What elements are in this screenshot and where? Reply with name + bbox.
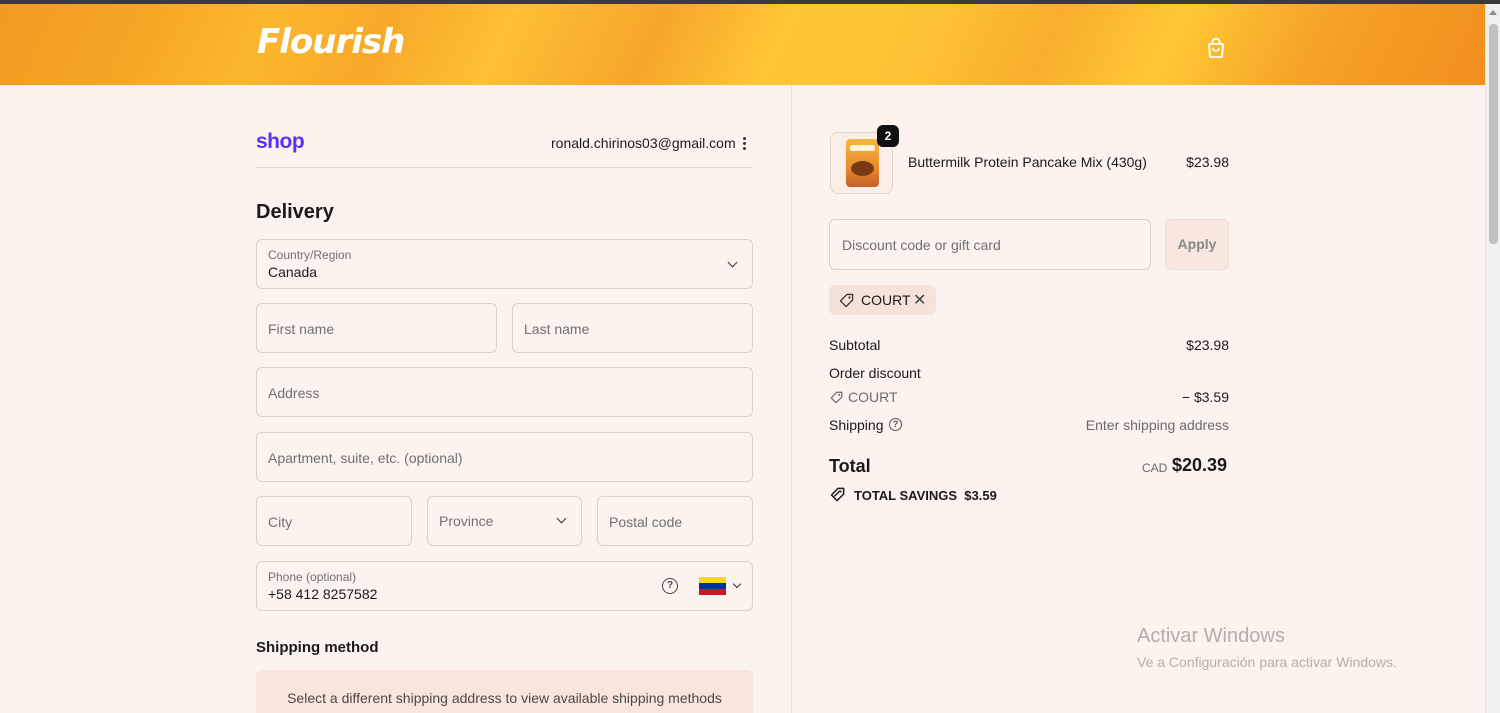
chevron-down-icon xyxy=(556,513,567,524)
store-header: Flourish xyxy=(0,4,1485,85)
chevron-down-icon xyxy=(727,257,738,268)
shipping-method-notice: Select a different shipping address to v… xyxy=(256,670,753,713)
country-label: Country/Region xyxy=(268,248,352,262)
country-value: Canada xyxy=(268,264,318,280)
last-name-field[interactable]: Last name xyxy=(512,303,753,353)
delivery-title: Delivery xyxy=(256,201,334,223)
quantity-badge: 2 xyxy=(877,125,899,147)
close-icon[interactable]: ✕ xyxy=(913,290,926,310)
city-field[interactable]: City xyxy=(256,496,412,546)
last-name-placeholder: Last name xyxy=(524,321,590,337)
product-price: $23.98 xyxy=(1186,154,1229,170)
windows-activation-title: Activar Windows xyxy=(1137,625,1285,647)
apply-discount-button[interactable]: Apply xyxy=(1165,219,1229,270)
applied-discount-chip: COURT ✕ xyxy=(829,285,936,315)
first-name-placeholder: First name xyxy=(268,321,335,337)
first-name-field[interactable]: First name xyxy=(256,303,497,353)
page-scrollbar[interactable] xyxy=(1485,4,1500,713)
account-divider xyxy=(256,167,753,168)
shipping-method-message: Select a different shipping address to v… xyxy=(287,690,722,706)
shipping-method-title: Shipping method xyxy=(256,639,379,656)
total-label: Total xyxy=(829,456,871,476)
help-circle-icon[interactable]: ? xyxy=(662,578,678,594)
country-select[interactable]: Country/Region Canada xyxy=(256,239,753,289)
scrollbar-thumb[interactable] xyxy=(1489,24,1498,244)
shop-pay-logo: shop xyxy=(256,130,305,153)
city-placeholder: City xyxy=(268,514,293,530)
total-currency: CAD xyxy=(1142,461,1168,475)
phone-value: +58 412 8257582 xyxy=(268,586,378,602)
province-placeholder: Province xyxy=(439,513,494,529)
column-divider xyxy=(791,85,792,713)
apartment-field[interactable]: Apartment, suite, etc. (optional) xyxy=(256,432,753,482)
subtotal-label: Subtotal xyxy=(829,337,881,353)
discount-code-input[interactable]: Discount code or gift card xyxy=(829,219,1151,270)
province-select[interactable]: Province xyxy=(427,496,582,546)
savings-tag-icon xyxy=(830,487,845,502)
discount-placeholder: Discount code or gift card xyxy=(842,237,1001,253)
brand-logo[interactable]: Flourish xyxy=(257,22,405,62)
shipping-value: Enter shipping address xyxy=(1085,417,1229,433)
shipping-label: Shipping xyxy=(829,417,884,433)
tag-icon xyxy=(830,391,843,404)
venezuela-flag-icon[interactable] xyxy=(699,577,726,595)
shopping-bag-icon[interactable] xyxy=(1206,37,1226,59)
address-placeholder: Address xyxy=(268,385,320,401)
savings-value: $3.59 xyxy=(964,488,997,503)
discount-code-label: COURT xyxy=(848,389,898,405)
phone-field[interactable]: Phone (optional) +58 412 8257582 ? xyxy=(256,561,753,611)
postal-code-field[interactable]: Postal code xyxy=(597,496,753,546)
phone-label: Phone (optional) xyxy=(268,570,357,584)
order-discount-label: Order discount xyxy=(829,365,921,381)
applied-code-label: COURT xyxy=(861,292,911,308)
account-email: ronald.chirinos03@gmail.com xyxy=(551,135,736,151)
postal-code-placeholder: Postal code xyxy=(609,514,683,530)
windows-activation-message: Ve a Configuración para activar Windows. xyxy=(1137,654,1397,670)
subtotal-value: $23.98 xyxy=(1186,337,1229,353)
tag-icon xyxy=(839,293,854,308)
savings-label: TOTAL SAVINGS xyxy=(854,488,958,503)
total-value: $20.39 xyxy=(1172,455,1228,475)
discount-value: − $3.59 xyxy=(1181,389,1229,405)
apartment-placeholder: Apartment, suite, etc. (optional) xyxy=(268,450,463,466)
total-savings: TOTAL SAVINGS $3.59 xyxy=(854,488,997,503)
help-circle-icon[interactable]: ? xyxy=(889,418,902,431)
more-vertical-icon[interactable] xyxy=(743,137,747,151)
scroll-up-arrow-icon[interactable] xyxy=(1489,10,1497,15)
product-name: Buttermilk Protein Pancake Mix (430g) xyxy=(908,154,1147,170)
address-field[interactable]: Address xyxy=(256,367,753,417)
chevron-down-icon[interactable] xyxy=(732,579,742,589)
